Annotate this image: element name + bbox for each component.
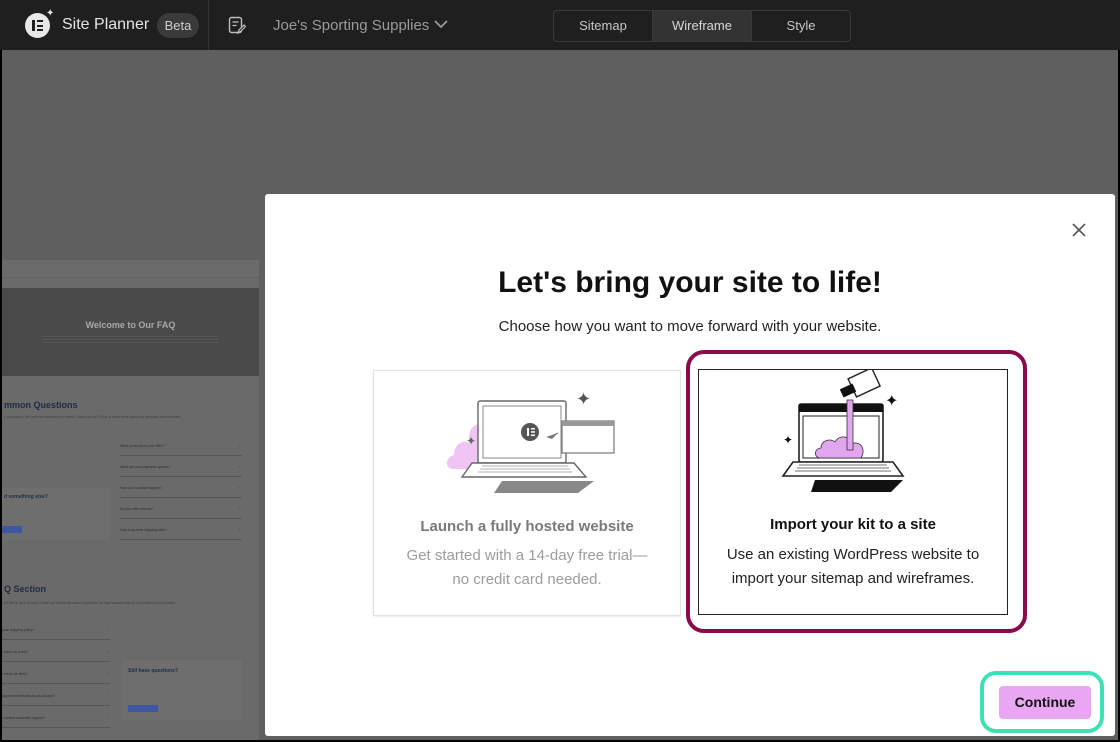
wireframe-question: How long does shipping take? › — [120, 520, 242, 540]
option-import-description: Use an existing WordPress website to imp… — [726, 546, 980, 587]
elementor-logo-icon[interactable]: ✦ — [25, 8, 54, 38]
wireframe-section-title: mmon Questions — [4, 400, 78, 410]
option-hosted-title: Launch a fully hosted website — [420, 518, 634, 535]
close-icon[interactable] — [1071, 222, 1087, 238]
page-settings-icon[interactable] — [228, 16, 246, 35]
modal-subtitle: Choose how you want to move forward with… — [498, 318, 882, 335]
wireframe-help-box: Still have questions? — [122, 660, 242, 720]
app-title: Site Planner — [62, 16, 150, 33]
wireframe-faq-item: your shipping policy? › — [2, 620, 110, 640]
toolbar-divider — [208, 0, 209, 50]
svg-text:✦: ✦ — [576, 389, 591, 410]
wireframe-faq-item: payment methods do you accept? › — [2, 686, 110, 706]
hosted-laptop-illustration: ✦ ✦ — [446, 389, 615, 493]
wireframe-side-button — [2, 526, 22, 533]
wireframe-question: What products do you offer? › — [120, 436, 242, 456]
wireframe-side-title: d something else? — [4, 494, 48, 500]
view-tabs: Sitemap Wireframe Style — [553, 10, 851, 42]
option-import-title: Import your kit to a site — [770, 516, 936, 533]
import-kit-illustration: ✦ ✦ — [781, 370, 905, 492]
top-bar: ✦ Site Planner Beta Joe's Sporting Suppl… — [0, 0, 1120, 50]
svg-text:✦: ✦ — [783, 433, 793, 447]
wireframe-section-intro: e you asked. We have the answers you nee… — [4, 415, 181, 419]
site-selector[interactable]: Joe's Sporting Supplies — [273, 17, 429, 34]
wireframe-page-preview: Welcome to Our FAQ mmon Questions e you … — [2, 260, 259, 740]
wireframe-help-button — [128, 705, 158, 712]
option-hosted-website-card[interactable]: ✦ ✦ Launch a fully hosted website Get st… — [373, 370, 681, 616]
wireframe-question: How can I contact support? › — [120, 478, 242, 498]
tab-sitemap[interactable]: Sitemap — [554, 11, 653, 41]
svg-text:✦: ✦ — [466, 434, 476, 448]
wireframe-question: Do you offer refunds? › — [120, 499, 242, 519]
wireframe-faq-item: I return an item? › — [2, 664, 110, 684]
wireframe-faq-item: I contact customer support? › — [2, 708, 110, 728]
wireframe-faq-item: I track my order? › — [2, 642, 110, 662]
wireframe-side-box: d something else? — [2, 488, 110, 540]
option-import-kit-card[interactable]: ✦ ✦ Import your kit to a site Use an exi… — [698, 369, 1008, 615]
svg-text:✦: ✦ — [885, 391, 898, 410]
wireframe-help-title: Still have questions? — [128, 668, 179, 674]
option-hosted-description: Get started with a 14-day free trial— no… — [406, 547, 648, 588]
tab-wireframe[interactable]: Wireframe — [653, 11, 752, 41]
tab-style[interactable]: Style — [752, 11, 850, 41]
wireframe-hero-text — [42, 336, 219, 344]
wireframe-nav — [2, 260, 259, 278]
chevron-down-icon[interactable] — [432, 15, 450, 33]
wireframe-section-intro: e? We're here to help! Check our frequen… — [4, 601, 177, 605]
beta-badge: Beta — [157, 13, 199, 38]
continue-button[interactable]: Continue — [999, 686, 1091, 719]
wireframe-section-title: Q Section — [4, 584, 47, 594]
wireframe-hero: Welcome to Our FAQ — [2, 288, 259, 376]
wireframe-question: What are your payment options? › — [120, 457, 242, 477]
wireframe-hero-title: Welcome to Our FAQ — [85, 320, 176, 330]
modal-title: Let's bring your site to life! — [498, 266, 882, 299]
